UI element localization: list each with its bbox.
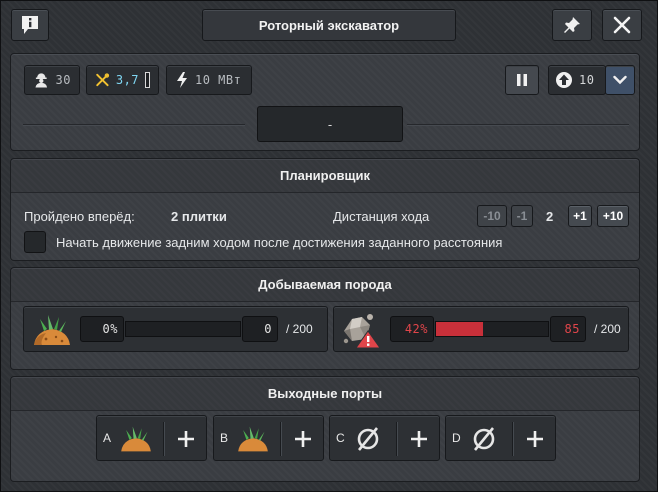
dirt-percent: 0% bbox=[80, 316, 124, 342]
upgrade-level: 10 bbox=[579, 73, 595, 87]
port-c-letter: C bbox=[336, 431, 345, 445]
rock-capacity: / 200 bbox=[594, 322, 621, 336]
chevron-down-icon bbox=[613, 75, 627, 85]
upgrade-indicator[interactable]: 10 bbox=[548, 65, 606, 95]
status-panel: 30 3,7 10 МВт 10 - bbox=[10, 53, 640, 151]
maintenance-value: 3,7 bbox=[115, 73, 140, 87]
dirt-capacity: / 200 bbox=[286, 322, 313, 336]
excavator-window: Роторный экскаватор 30 3,7 10 МВт 10 - П… bbox=[0, 0, 658, 492]
distance-minus-10-button[interactable]: -10 bbox=[477, 205, 507, 227]
power-indicator[interactable]: 10 МВт bbox=[166, 65, 252, 95]
port-b[interactable]: B bbox=[213, 415, 324, 461]
upgrade-arrow-icon bbox=[556, 72, 572, 88]
port-d-letter: D bbox=[452, 431, 461, 445]
plus-icon bbox=[178, 431, 194, 447]
port-d-add-button[interactable] bbox=[520, 424, 550, 454]
distance-value: 2 bbox=[546, 209, 554, 224]
rock-storage[interactable]: 42% 85 / 200 bbox=[333, 306, 629, 352]
pause-icon bbox=[517, 74, 527, 86]
maintenance-gauge bbox=[145, 72, 150, 88]
empty-slot-icon bbox=[473, 427, 495, 451]
pin-icon bbox=[564, 17, 580, 33]
port-d[interactable]: D bbox=[445, 415, 556, 461]
pause-button[interactable] bbox=[505, 65, 539, 95]
planner-title: Планировщик bbox=[11, 159, 639, 193]
plus-icon bbox=[411, 431, 427, 447]
dirt-icon bbox=[238, 426, 268, 452]
port-a[interactable]: A bbox=[96, 415, 207, 461]
port-b-letter: B bbox=[220, 431, 229, 445]
rock-amount: 85 bbox=[550, 316, 586, 342]
port-c-add-button[interactable] bbox=[404, 424, 434, 454]
reverse-checkbox-label[interactable]: Начать движение задним ходом после дости… bbox=[56, 235, 502, 250]
port-separator bbox=[163, 422, 164, 456]
ports-panel: Выходные порты A B C D bbox=[10, 376, 640, 482]
traveled-label: Пройдено вперёд: bbox=[24, 209, 135, 224]
reverse-checkbox[interactable] bbox=[24, 231, 46, 253]
mined-title: Добываемая порода bbox=[11, 268, 639, 302]
dirt-icon bbox=[121, 426, 151, 452]
traveled-value: 2 плитки bbox=[171, 209, 227, 224]
close-button[interactable] bbox=[602, 9, 642, 41]
info-button[interactable] bbox=[11, 9, 49, 41]
info-icon bbox=[22, 16, 38, 34]
power-value: 10 МВт bbox=[195, 73, 242, 87]
rock-warning-icon bbox=[343, 314, 381, 349]
port-separator bbox=[280, 422, 281, 456]
worker-icon bbox=[35, 73, 48, 88]
port-separator bbox=[512, 422, 513, 456]
distance-plus-10-button[interactable]: +10 bbox=[597, 205, 629, 227]
port-a-letter: A bbox=[103, 431, 112, 445]
port-separator bbox=[396, 422, 397, 456]
divider bbox=[407, 124, 629, 125]
lightning-icon bbox=[177, 72, 187, 88]
close-icon bbox=[613, 16, 631, 34]
rock-percent: 42% bbox=[390, 316, 434, 342]
distance-plus-1-button[interactable]: +1 bbox=[568, 205, 592, 227]
planner-panel: Планировщик Пройдено вперёд: 2 плитки Ди… bbox=[10, 158, 640, 261]
empty-slot-icon bbox=[357, 427, 379, 451]
maintenance-indicator[interactable]: 3,7 bbox=[86, 65, 159, 95]
dirt-fill-bar bbox=[125, 321, 241, 337]
rock-fill-bar bbox=[435, 321, 549, 337]
port-a-add-button[interactable] bbox=[171, 424, 201, 454]
current-state-display: - bbox=[257, 106, 403, 142]
port-c[interactable]: C bbox=[329, 415, 440, 461]
dirt-storage[interactable]: 0% 0 / 200 bbox=[23, 306, 328, 352]
pin-button[interactable] bbox=[552, 9, 592, 41]
workers-value: 30 bbox=[55, 73, 71, 87]
divider bbox=[23, 124, 245, 125]
workers-indicator[interactable]: 30 bbox=[24, 65, 80, 95]
upgrade-dropdown-button[interactable] bbox=[605, 65, 635, 95]
plus-icon bbox=[527, 431, 543, 447]
dirt-icon bbox=[34, 315, 70, 345]
window-title[interactable]: Роторный экскаватор bbox=[202, 9, 456, 41]
maintenance-tools-icon bbox=[96, 73, 110, 87]
dirt-amount: 0 bbox=[242, 316, 278, 342]
port-b-add-button[interactable] bbox=[288, 424, 318, 454]
distance-minus-1-button[interactable]: -1 bbox=[511, 205, 533, 227]
plus-icon bbox=[295, 431, 311, 447]
mined-panel: Добываемая порода 0% 0 / 200 42% 85 / 20… bbox=[10, 267, 640, 370]
distance-label: Дистанция хода bbox=[333, 209, 430, 224]
ports-title: Выходные порты bbox=[11, 377, 639, 411]
